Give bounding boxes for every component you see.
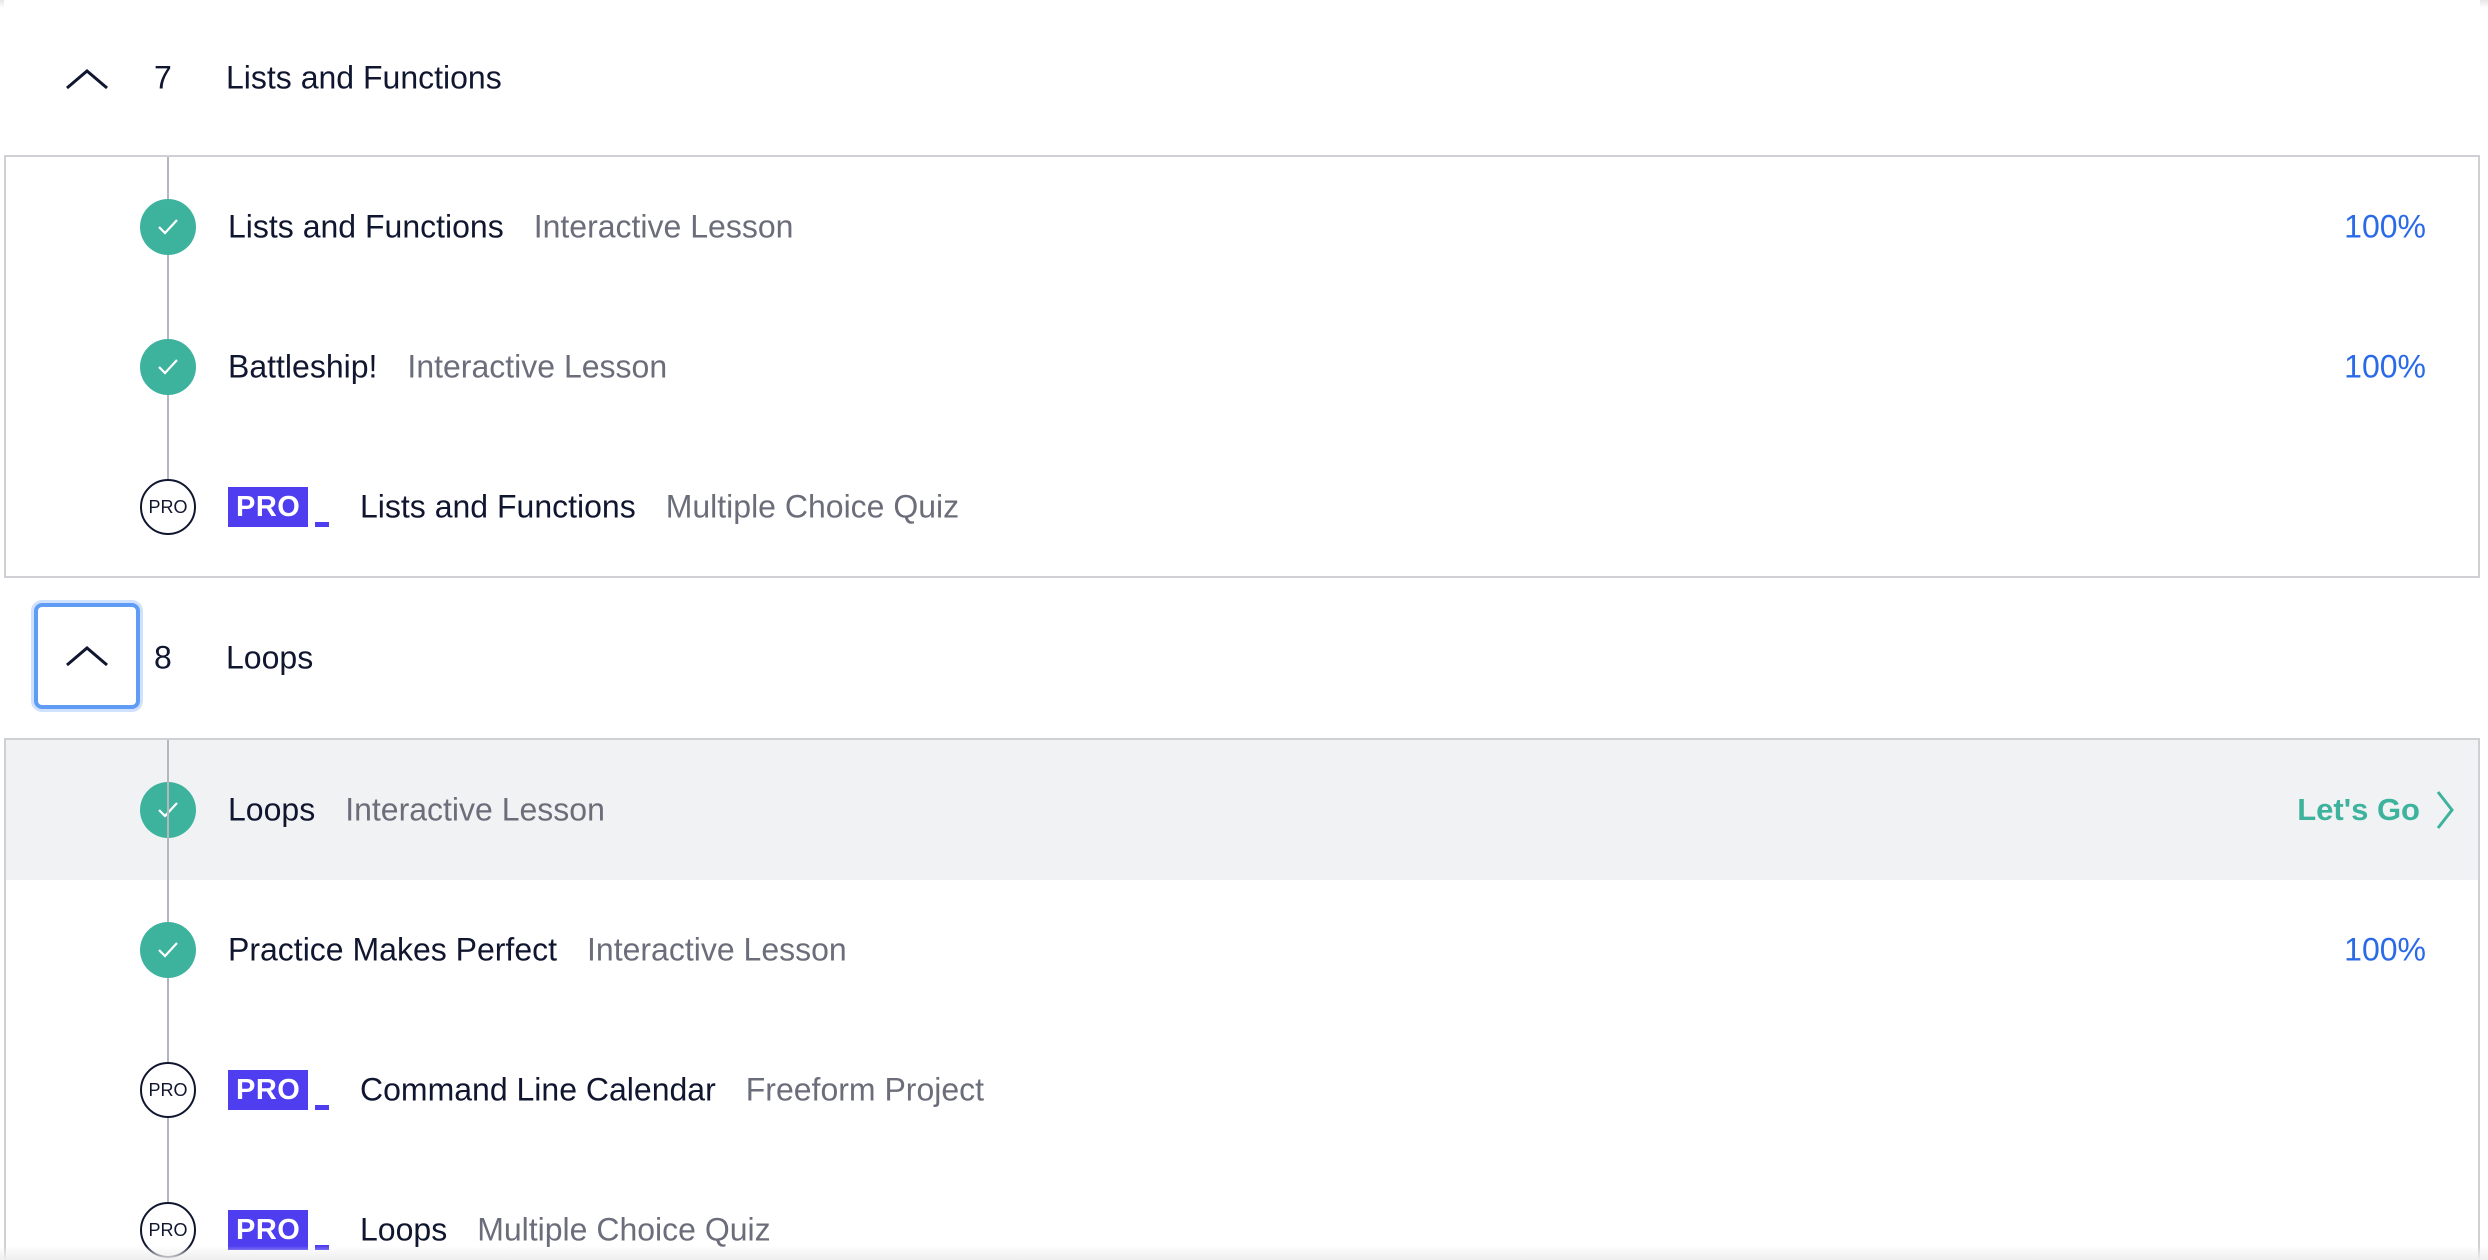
lesson-row[interactable]: Practice Makes Perfect Interactive Lesson…	[6, 880, 2478, 1020]
complete-status-icon	[140, 339, 196, 395]
module-toggle-button[interactable]	[34, 603, 140, 709]
pro-badge: PRO	[228, 1070, 330, 1110]
module-header-7: 7 Lists and Functions	[4, 0, 2480, 156]
lesson-type: Multiple Choice Quiz	[477, 1211, 771, 1248]
lesson-title: Lists and Functions	[228, 208, 504, 245]
complete-status-icon	[140, 922, 196, 978]
lesson-row-active[interactable]: Loops Interactive Lesson Let's Go	[6, 740, 2478, 880]
lesson-type: Interactive Lesson	[587, 931, 847, 968]
bottom-shadow	[0, 1246, 2488, 1260]
module-toggle-button[interactable]	[34, 26, 140, 132]
lesson-title: Command Line Calendar	[360, 1071, 716, 1108]
lesson-row[interactable]: PRO PRO Command Line Calendar Freeform Pr…	[6, 1020, 2478, 1160]
checkmark-icon	[158, 359, 178, 375]
lesson-row[interactable]: Battleship! Interactive Lesson 100%	[6, 297, 2478, 437]
lesson-type: Interactive Lesson	[407, 348, 668, 385]
module-header-8: 8 Loops	[4, 578, 2480, 738]
pro-badge: PRO	[228, 1210, 330, 1250]
pro-status-icon: PRO	[140, 479, 196, 535]
syllabus-page: 7 Lists and Functions Lists and Function…	[0, 0, 2488, 1260]
lets-go-link[interactable]: Let's Go	[2297, 790, 2456, 830]
lesson-type: Multiple Choice Quiz	[665, 488, 960, 525]
checkmark-icon	[158, 219, 178, 235]
pro-badge: PRO	[228, 487, 330, 527]
lesson-type: Freeform Project	[745, 1071, 985, 1108]
lesson-type: Interactive Lesson	[345, 791, 605, 828]
lesson-progress: 100%	[2344, 348, 2426, 385]
lesson-title: Battleship!	[228, 348, 378, 385]
lesson-progress: 100%	[2344, 931, 2426, 968]
lesson-title: Loops	[228, 791, 316, 828]
pro-badge-label: PRO	[228, 1210, 309, 1250]
pro-status-icon: PRO	[140, 1062, 196, 1118]
lesson-title: Practice Makes Perfect	[228, 931, 557, 968]
lesson-row[interactable]: PRO PRO Lists and Functions Multiple Choi…	[6, 437, 2478, 577]
lesson-type: Interactive Lesson	[533, 208, 794, 245]
lesson-title: Lists and Functions	[360, 488, 636, 525]
module-title: Loops	[226, 639, 314, 676]
module-number: 7	[154, 59, 172, 96]
lets-go-label: Let's Go	[2297, 792, 2420, 827]
pro-badge-label: PRO	[228, 1070, 309, 1110]
chevron-up-icon	[66, 646, 108, 667]
lesson-progress: 100%	[2344, 208, 2426, 245]
chevron-up-icon	[66, 69, 108, 90]
module-title: Lists and Functions	[226, 59, 502, 96]
lesson-row[interactable]: PRO PRO Loops Multiple Choice Quiz	[6, 1160, 2478, 1260]
chevron-right-icon	[2436, 791, 2454, 829]
complete-status-icon	[140, 199, 196, 255]
lesson-title: Loops	[360, 1211, 448, 1248]
pro-cursor-mark	[315, 1105, 330, 1110]
lesson-row[interactable]: Lists and Functions Interactive Lesson 10…	[6, 157, 2478, 297]
pro-badge-label: PRO	[228, 487, 309, 527]
checkmark-icon	[158, 942, 178, 958]
pro-cursor-mark	[315, 522, 330, 527]
module-number: 8	[154, 639, 172, 676]
